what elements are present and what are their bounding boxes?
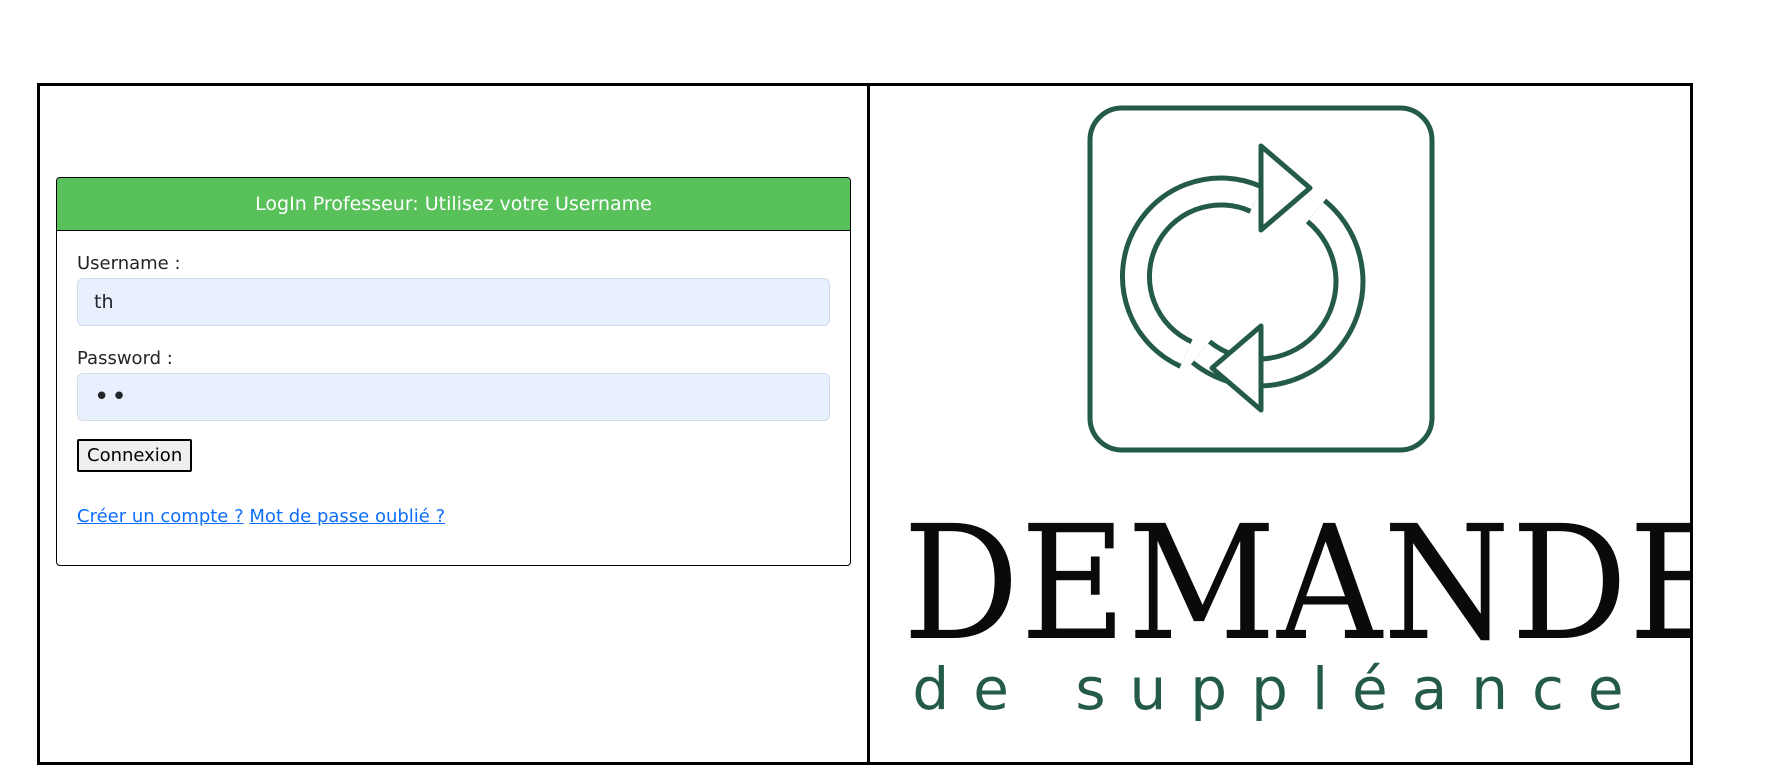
username-group: Username :: [77, 253, 830, 326]
logo-title: DEMANDE: [902, 492, 1690, 676]
logo-pane: DEMANDE de suppléance: [867, 86, 1690, 762]
create-account-link[interactable]: Créer un compte ?: [77, 506, 244, 527]
main-frame: LogIn Professeur: Utilisez votre Usernam…: [37, 83, 1693, 765]
connexion-button[interactable]: Connexion: [77, 439, 193, 472]
login-card: LogIn Professeur: Utilisez votre Usernam…: [56, 177, 851, 566]
forgot-password-link[interactable]: Mot de passe oublié ?: [249, 506, 445, 527]
account-links: Créer un compte ? Mot de passe oublié ?: [77, 506, 830, 527]
username-input[interactable]: [77, 278, 830, 326]
password-label: Password :: [77, 348, 173, 369]
password-group: Password :: [77, 348, 830, 421]
login-pane: LogIn Professeur: Utilisez votre Usernam…: [40, 86, 867, 762]
login-form: Username : Password : Connexion Créer un…: [57, 231, 850, 527]
login-header: LogIn Professeur: Utilisez votre Usernam…: [57, 178, 850, 231]
username-label: Username :: [77, 253, 181, 274]
refresh-icon: [1087, 105, 1435, 453]
logo-subtitle: de suppléance: [912, 655, 1648, 723]
password-input[interactable]: [77, 373, 830, 421]
